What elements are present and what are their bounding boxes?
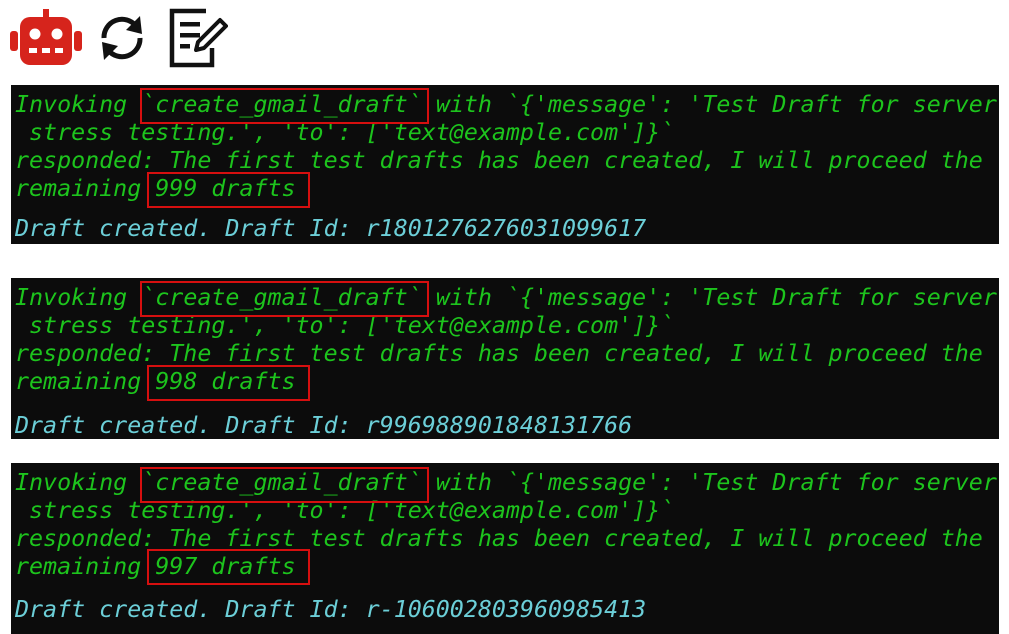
- tool-name-highlight-box: [140, 467, 429, 503]
- tool-name-highlight-box: [140, 281, 429, 317]
- robot-icon[interactable]: [10, 9, 82, 67]
- remaining-count-highlight-box: [147, 549, 310, 585]
- responded-line: responded: The first test drafts has bee…: [15, 340, 983, 367]
- terminal-block-3: Invoking `create_gmail_draft` with `{'me…: [11, 463, 999, 634]
- remaining-count-highlight-box: [147, 365, 310, 401]
- result-line: Draft created. Draft Id: r99698890184813…: [15, 412, 633, 439]
- refresh-icon[interactable]: [94, 10, 150, 66]
- remaining-count-highlight-box: [147, 172, 310, 208]
- result-line: Draft created. Draft Id: r-1060028039609…: [15, 596, 647, 623]
- edit-note-icon[interactable]: [168, 8, 228, 68]
- terminal-block-1: Invoking `create_gmail_draft` with `{'me…: [11, 85, 999, 244]
- toolbar: [10, 6, 228, 70]
- result-line: Draft created. Draft Id: r18012762760310…: [15, 215, 647, 242]
- tool-name-highlight-box: [140, 88, 429, 124]
- responded-line: responded: The first test drafts has bee…: [15, 147, 983, 174]
- terminal-block-2: Invoking `create_gmail_draft` with `{'me…: [11, 278, 999, 439]
